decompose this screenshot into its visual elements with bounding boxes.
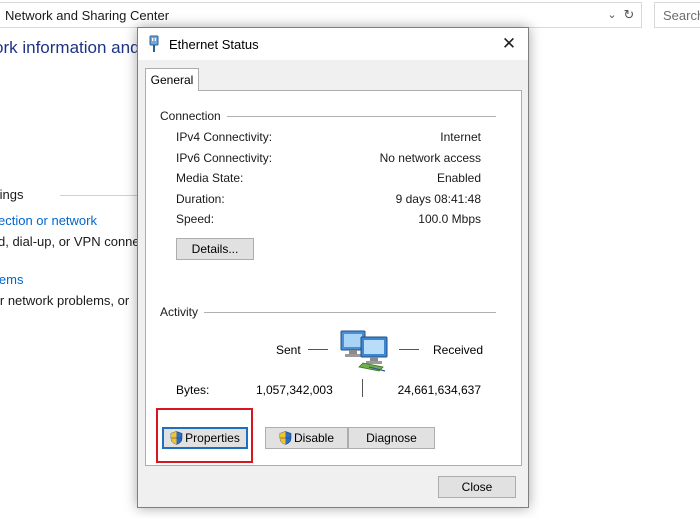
disable-label: Disable (293, 431, 335, 445)
connection-group-label: Connection (160, 109, 227, 123)
properties-button[interactable]: Properties (162, 427, 248, 449)
media-state-label: Media State: (176, 171, 244, 185)
sent-line (308, 349, 328, 350)
received-line (399, 349, 419, 350)
page-heading: ork information and (0, 38, 140, 57)
duration-label: Duration: (176, 192, 225, 206)
received-label: Received (433, 343, 484, 357)
troubleshoot-description: ir network problems, or (0, 293, 130, 308)
section-divider (60, 195, 140, 196)
dialog-title: Ethernet Status (169, 37, 259, 52)
speed-value: 100.0 Mbps (418, 212, 481, 226)
title-bar[interactable]: Ethernet Status ✕ (138, 28, 528, 60)
bytes-divider (362, 379, 363, 397)
ethernet-icon (149, 35, 159, 52)
search-input[interactable]: Search (654, 2, 700, 28)
bytes-label: Bytes: (176, 383, 210, 397)
ipv4-value: Internet (440, 130, 481, 144)
setup-connection-description: d, dial-up, or VPN conne (0, 234, 140, 249)
ipv4-label: IPv4 Connectivity: (176, 130, 273, 144)
tab-general[interactable]: General (145, 68, 199, 91)
diagnose-button[interactable]: Diagnose (348, 427, 435, 449)
close-icon[interactable]: ✕ (496, 32, 522, 56)
speed-label: Speed: (176, 212, 215, 226)
general-tab-panel: Connection IPv4 Connectivity: Internet I… (145, 90, 522, 466)
ethernet-status-dialog: Ethernet Status ✕ General Connection IPv… (137, 27, 529, 508)
shield-icon (279, 431, 292, 445)
network-computers-icon (340, 330, 388, 372)
close-button[interactable]: Close (438, 476, 516, 498)
troubleshoot-link[interactable]: lems (0, 272, 23, 287)
shield-icon (170, 431, 183, 445)
details-button[interactable]: Details... (176, 238, 254, 260)
activity-group-line (160, 312, 496, 313)
setup-connection-link[interactable]: ection or network (0, 213, 97, 228)
refresh-icon[interactable]: ↻ (621, 7, 637, 23)
search-placeholder: Search (663, 8, 700, 23)
duration-value: 9 days 08:41:48 (395, 192, 481, 206)
sent-label: Sent (276, 343, 301, 357)
address-text: Network and Sharing Center (5, 8, 170, 23)
ipv6-label: IPv6 Connectivity: (176, 151, 273, 165)
activity-group-label: Activity (160, 305, 205, 319)
media-state-value: Enabled (436, 171, 481, 185)
bytes-sent-value: 1,057,342,003 (256, 383, 333, 397)
disable-button[interactable]: Disable (265, 427, 348, 449)
settings-section-label: tings (0, 187, 24, 202)
bytes-received-value: 24,661,634,637 (397, 383, 481, 397)
ipv6-value: No network access (379, 151, 481, 165)
properties-label: Properties (185, 431, 240, 445)
chevron-down-icon[interactable]: ⌄ (605, 7, 619, 23)
address-bar[interactable]: Network and Sharing Center ⌄ ↻ (0, 2, 642, 28)
